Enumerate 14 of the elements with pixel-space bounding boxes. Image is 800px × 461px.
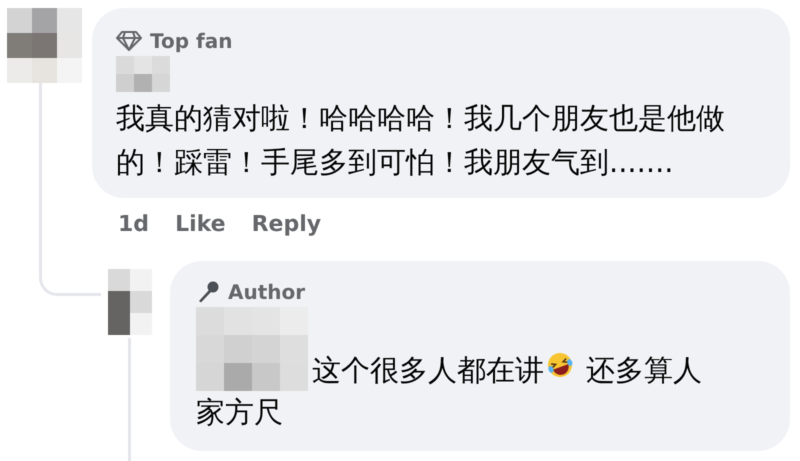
reply-text: 还多算人 <box>586 352 702 389</box>
badge-label: Top fan <box>150 28 232 55</box>
comment-action-link[interactable]: Like <box>175 208 226 241</box>
badge-label: Author <box>228 279 306 306</box>
pixelated-name <box>116 56 170 92</box>
reply-text: 家方尺 <box>196 394 283 431</box>
diamond-icon <box>116 30 142 52</box>
reply-text: 这个很多人都在讲 <box>312 352 544 389</box>
timestamp: 1d <box>118 211 150 239</box>
microphone-icon <box>196 280 220 304</box>
comment-text: 我真的猜对啦！哈哈哈哈！我几个朋友也是他做的！踩雷！手尾多到可怕！我朋友气到....... <box>116 100 726 181</box>
comment-action-link[interactable]: Reply <box>252 208 322 241</box>
pixelated-avatar <box>108 269 152 335</box>
laughing-face-icon <box>546 351 574 379</box>
